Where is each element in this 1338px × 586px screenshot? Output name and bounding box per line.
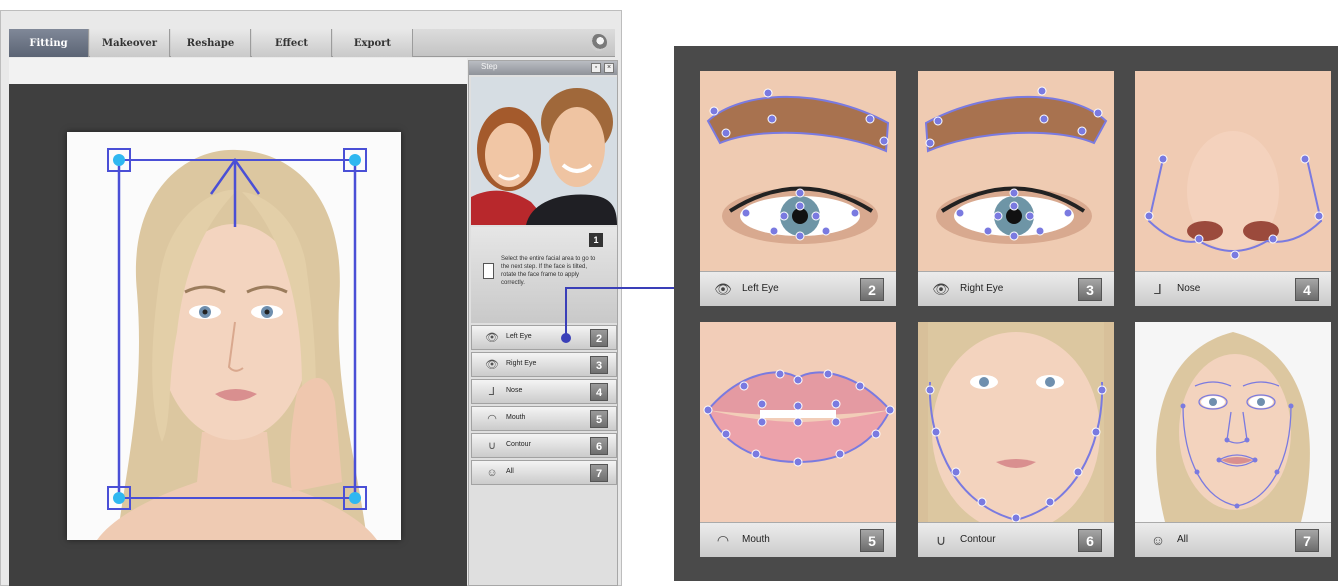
nose-icon: ⅃: [488, 386, 496, 398]
card-contour[interactable]: ∪ Contour 6: [918, 322, 1114, 557]
step-number: 2: [590, 329, 608, 347]
eye-icon: 👁: [485, 359, 499, 371]
feature-cards-panel: 👁 Left Eye 2 👁 Right Eye 3 ⅃ Nose 4 ◠ Mo…: [674, 46, 1338, 581]
step-label: Contour: [506, 441, 531, 448]
eye-icon: 👁: [714, 281, 732, 297]
card-label-bar: ⅃ Nose 4: [1135, 271, 1331, 306]
face-icon: ☺: [486, 467, 498, 479]
card-label: Left Eye: [742, 283, 779, 294]
card-nose[interactable]: ⅃ Nose 4: [1135, 71, 1331, 306]
document-icon: [483, 263, 494, 279]
card-label: Right Eye: [960, 283, 1004, 294]
card-label-bar: ☺ All 7: [1135, 522, 1331, 557]
step-label: Right Eye: [506, 360, 537, 367]
step-item-left-eye[interactable]: 👁 Left Eye 2: [471, 325, 617, 350]
step-label: All: [506, 468, 514, 475]
app-logo-icon: [590, 34, 607, 51]
contour-image: [918, 322, 1114, 522]
portrait-photo: [67, 132, 401, 540]
card-label: All: [1177, 534, 1189, 545]
card-right-eye[interactable]: 👁 Right Eye 3: [918, 71, 1114, 306]
step-number: 3: [590, 356, 608, 374]
card-left-eye[interactable]: 👁 Left Eye 2: [700, 71, 896, 306]
card-label: Contour: [960, 534, 996, 545]
nose-icon: ⅃: [1154, 281, 1162, 297]
tab-fitting[interactable]: Fitting: [9, 29, 89, 57]
tab-effect[interactable]: Effect: [252, 29, 332, 57]
card-number: 7: [1295, 529, 1319, 552]
card-number: 5: [860, 529, 884, 552]
face-icon: ☺: [1150, 532, 1166, 548]
right-eye-image: [918, 71, 1114, 271]
step-panel-header: Step ▫ ×: [469, 61, 617, 75]
left-eye-image: [700, 71, 896, 271]
card-label: Mouth: [742, 534, 770, 545]
step-label: Mouth: [506, 414, 526, 421]
tab-makeover[interactable]: Makeover: [90, 29, 170, 57]
card-number: 2: [860, 278, 884, 301]
step-label: Left Eye: [506, 333, 532, 340]
contour-icon: ∪: [487, 440, 497, 452]
sample-photo: [471, 77, 617, 225]
card-label-bar: 👁 Right Eye 3: [918, 271, 1114, 306]
step-item-all[interactable]: ☺ All 7: [471, 460, 617, 485]
step-number-badge: 1: [589, 233, 603, 247]
card-number: 4: [1295, 278, 1319, 301]
step-list: 👁 Left Eye 2 👁 Right Eye 3 ⅃ Nose 4 ◠ Mo…: [471, 325, 617, 487]
tab-bar: Fitting Makeover Reshape Effect Export: [9, 29, 615, 57]
step-panel-title: Step: [481, 62, 498, 71]
card-all[interactable]: ☺ All 7: [1135, 322, 1331, 557]
restore-icon[interactable]: ▫: [591, 63, 601, 73]
card-number: 3: [1078, 278, 1102, 301]
portrait-illustration: [97, 148, 377, 540]
eye-icon: 👁: [485, 332, 499, 344]
mouth-icon: ◠: [487, 413, 497, 425]
card-label-bar: ◠ Mouth 5: [700, 522, 896, 557]
contour-icon: ∪: [935, 532, 947, 548]
step-item-mouth[interactable]: ◠ Mouth 5: [471, 406, 617, 431]
tab-reshape[interactable]: Reshape: [171, 29, 251, 57]
mouth-icon: ◠: [716, 532, 730, 548]
card-label-bar: 👁 Left Eye 2: [700, 271, 896, 306]
card-number: 6: [1078, 529, 1102, 552]
step-number: 7: [590, 464, 608, 482]
tab-export[interactable]: Export: [333, 29, 413, 57]
step-label: Nose: [506, 387, 523, 394]
eye-icon: 👁: [932, 281, 950, 297]
instruction-text: Select the entire facial area to go to t…: [501, 256, 596, 286]
step-item-contour[interactable]: ∪ Contour 6: [471, 433, 617, 458]
card-label: Nose: [1177, 283, 1201, 294]
step-number: 5: [590, 410, 608, 428]
step-item-nose[interactable]: ⅃ Nose 4: [471, 379, 617, 404]
instruction-box: 1 Select the entire facial area to go to…: [471, 227, 617, 323]
step-number: 4: [590, 383, 608, 401]
card-label-bar: ∪ Contour 6: [918, 522, 1114, 557]
nose-image: [1135, 71, 1331, 271]
step-number: 6: [590, 437, 608, 455]
all-points-image: [1135, 322, 1331, 522]
step-panel: Step ▫ × 1 Select the entire facial area…: [468, 60, 618, 586]
mouth-image: [700, 322, 896, 522]
close-icon[interactable]: ×: [604, 63, 614, 73]
card-mouth[interactable]: ◠ Mouth 5: [700, 322, 896, 557]
step-item-right-eye[interactable]: 👁 Right Eye 3: [471, 352, 617, 377]
toolbar-strip: [9, 58, 467, 84]
